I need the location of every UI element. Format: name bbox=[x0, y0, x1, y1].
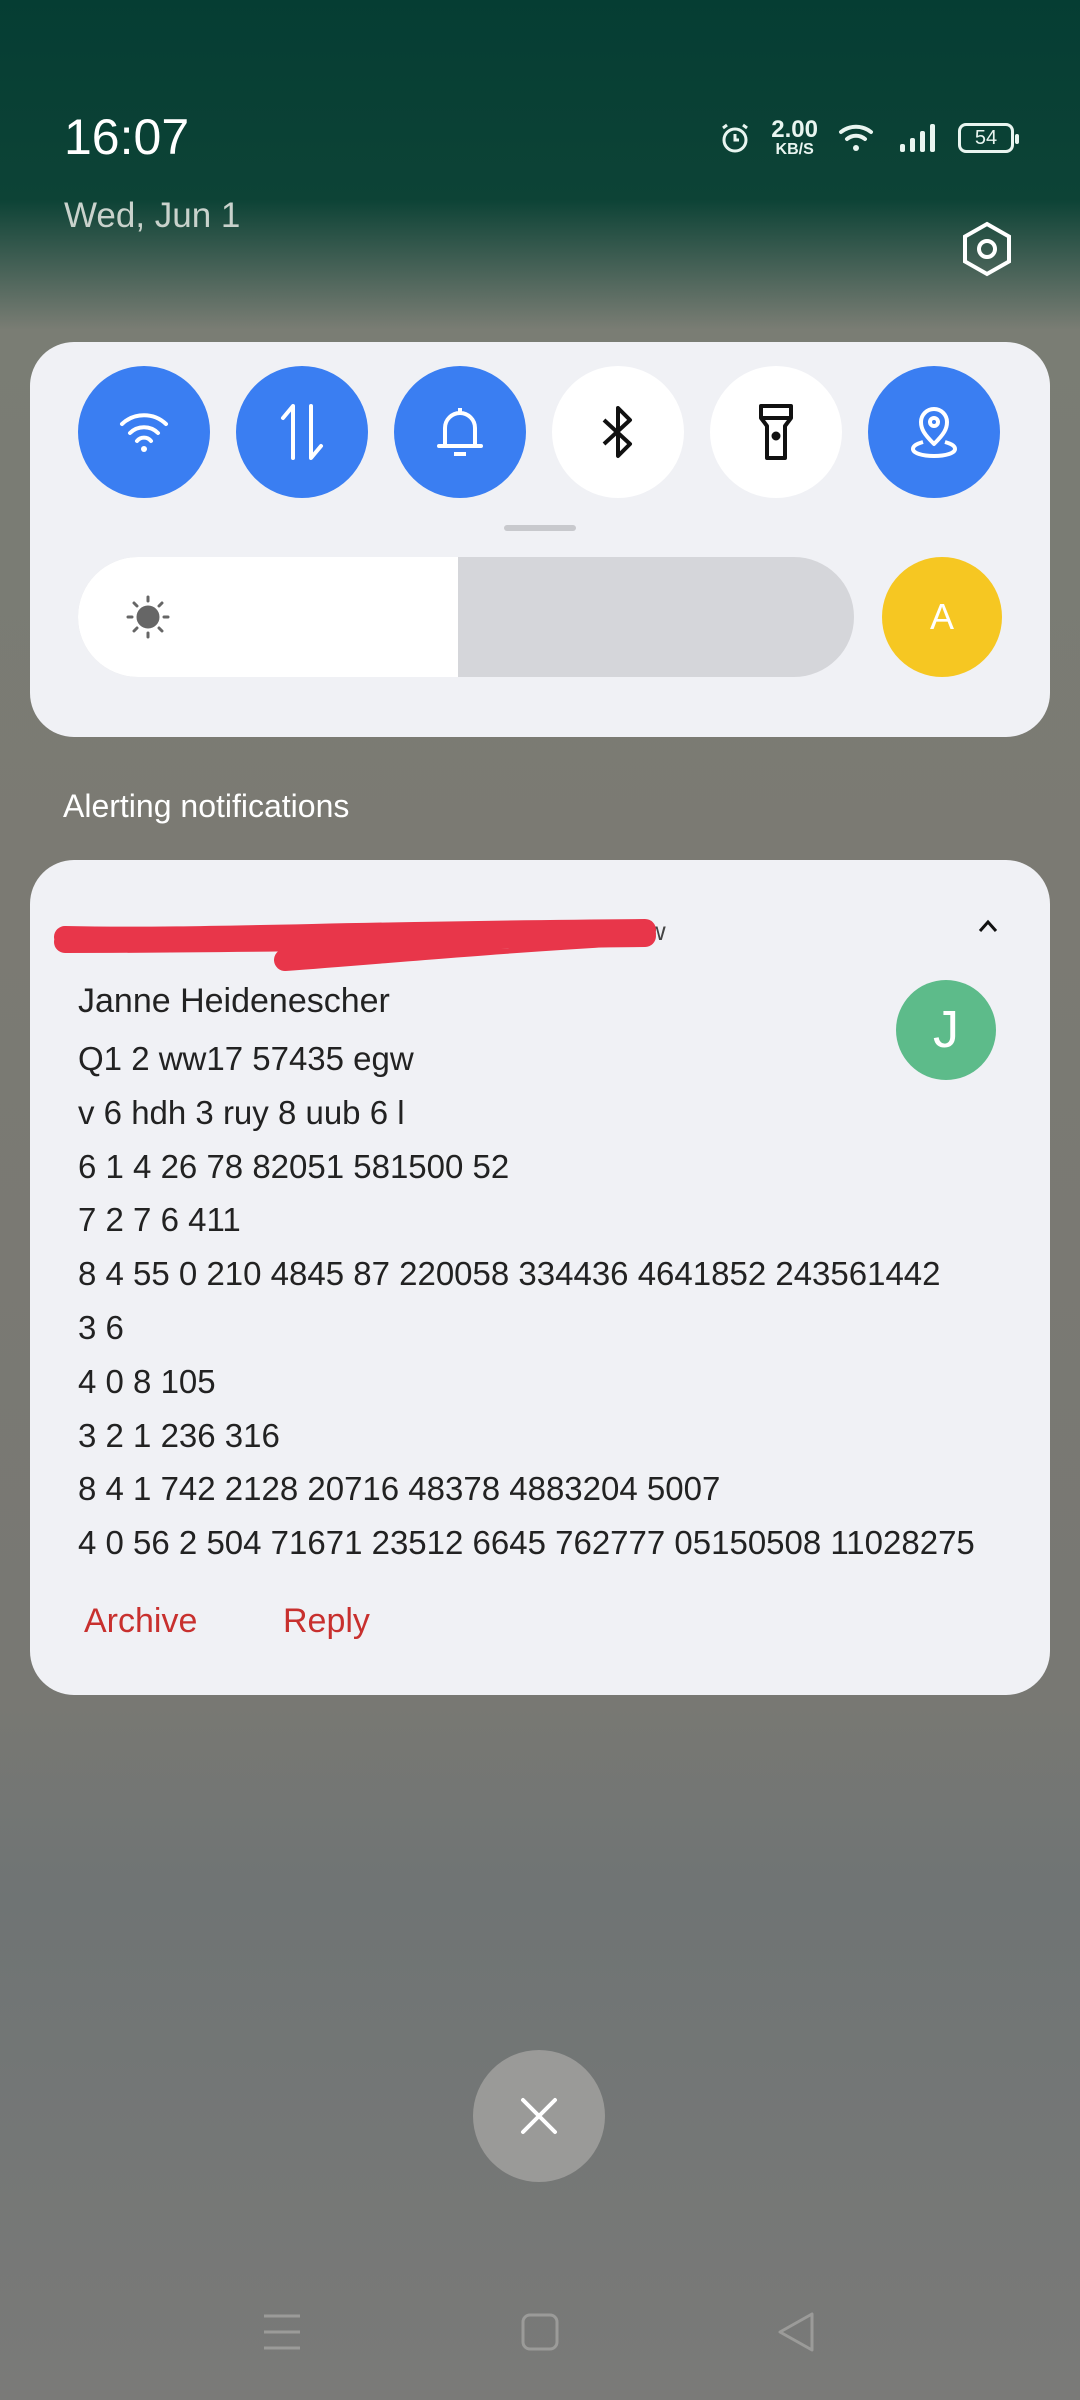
clear-all-button[interactable] bbox=[473, 2050, 605, 2182]
message-line: 8 4 1 742 2128 20716 48378 4883204 5007 bbox=[78, 1470, 721, 1508]
panel-drag-handle[interactable] bbox=[504, 525, 576, 531]
brightness-sun-icon bbox=[126, 595, 170, 639]
bluetooth-toggle[interactable] bbox=[552, 366, 684, 498]
recent-apps-menu-icon[interactable] bbox=[262, 2310, 302, 2354]
collapse-chevron-icon[interactable] bbox=[976, 918, 1000, 934]
alarm-icon bbox=[722, 123, 749, 153]
net-speed: 2.00 KB/S bbox=[771, 118, 818, 158]
wifi-icon bbox=[120, 413, 168, 452]
date: Wed, Jun 1 bbox=[64, 196, 241, 235]
bluetooth-icon bbox=[602, 406, 632, 458]
location-toggle[interactable] bbox=[868, 366, 1000, 498]
auto-brightness-button[interactable]: A bbox=[882, 557, 1002, 677]
section-title: Alerting notifications bbox=[63, 788, 350, 824]
redaction-scribble bbox=[54, 919, 656, 971]
location-icon bbox=[911, 407, 957, 458]
message-line: 3 2 1 236 316 bbox=[78, 1416, 280, 1454]
sound-toggle[interactable] bbox=[394, 366, 526, 498]
data-arrows-icon bbox=[281, 404, 323, 460]
message-line: Q1 2 ww17 57435 egw bbox=[78, 1040, 414, 1077]
flashlight-toggle[interactable] bbox=[710, 366, 842, 498]
notification-card[interactable]: now Janne Heidenescher J Q1 2 ww17 57435… bbox=[30, 860, 1050, 1695]
message-line: 7 2 7 6 411 bbox=[78, 1201, 241, 1239]
wifi-icon bbox=[839, 124, 873, 151]
back-triangle-icon[interactable] bbox=[776, 2310, 816, 2354]
net-speed-value: 2.00 bbox=[771, 116, 818, 143]
wifi-toggle[interactable] bbox=[78, 366, 210, 498]
message-body: Q1 2 ww17 57435 egw v 6 hdh 3 ruy 8 uub … bbox=[78, 1032, 975, 1570]
flashlight-icon bbox=[759, 404, 793, 460]
brightness-slider[interactable] bbox=[78, 557, 854, 677]
reply-button[interactable]: Reply bbox=[283, 1602, 370, 1641]
clock: 16:07 bbox=[64, 109, 190, 165]
settings-gear-icon[interactable] bbox=[958, 220, 1016, 278]
mobile-data-toggle[interactable] bbox=[236, 366, 368, 498]
message-line: 4 0 8 105 bbox=[78, 1362, 216, 1400]
net-speed-unit: KB/S bbox=[775, 141, 814, 158]
message-line: 8 4 55 0 210 4845 87 220058 334436 46418… bbox=[78, 1255, 941, 1293]
signal-icon bbox=[900, 124, 935, 152]
message-line: 6 1 4 26 78 82051 581500 52 bbox=[78, 1147, 510, 1185]
message-line: 3 6 bbox=[78, 1308, 124, 1346]
archive-button[interactable]: Archive bbox=[84, 1602, 197, 1641]
bell-icon bbox=[437, 408, 483, 456]
status-bar: 2.00 KB/S 54 bbox=[719, 118, 1019, 158]
message-line: 4 0 56 2 504 71671 23512 6645 762777 051… bbox=[78, 1524, 975, 1562]
quick-settings-panel: A bbox=[30, 342, 1050, 737]
home-square-icon[interactable] bbox=[520, 2310, 560, 2354]
close-icon bbox=[521, 2098, 557, 2134]
sender-name: Janne Heidenescher bbox=[78, 982, 390, 1020]
message-line: v 6 hdh 3 ruy 8 uub 6 l bbox=[78, 1093, 405, 1131]
battery-icon: 54 bbox=[958, 123, 1019, 153]
